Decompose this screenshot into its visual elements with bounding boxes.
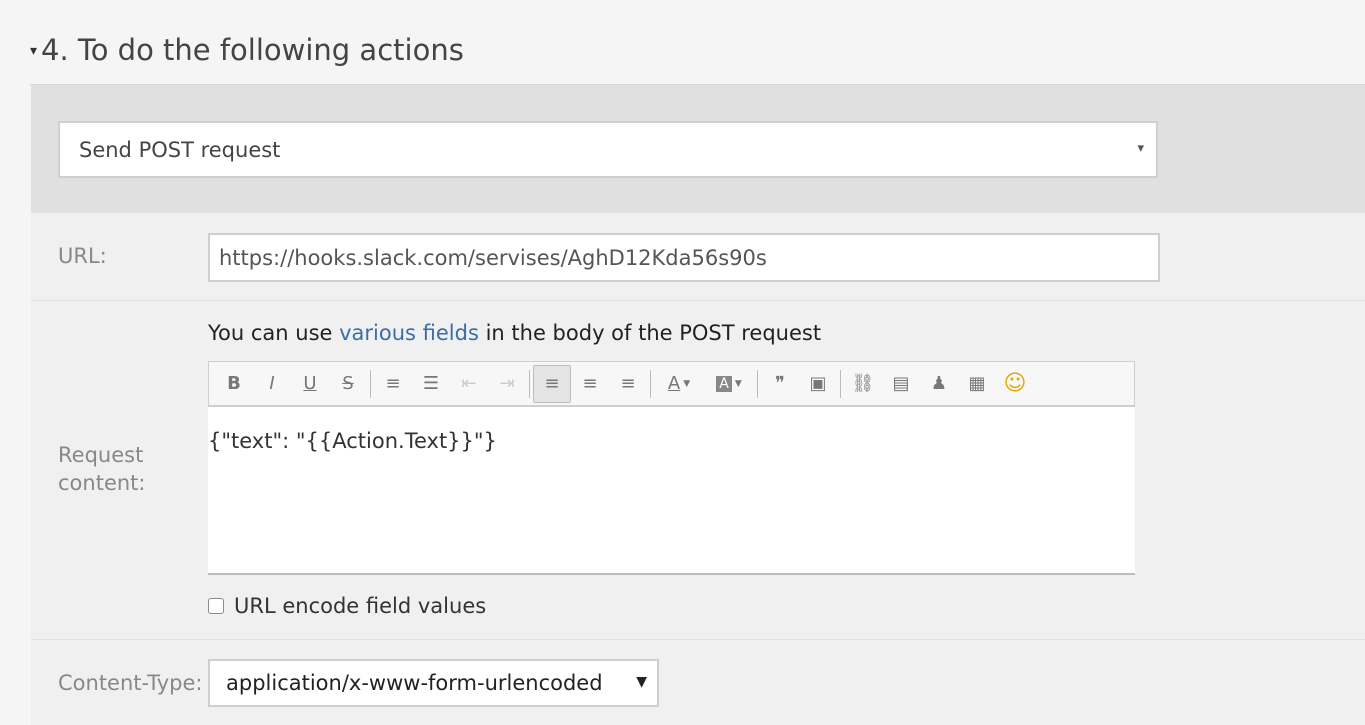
url-label: URL:	[58, 244, 107, 268]
emoji-icon[interactable]: ☺	[996, 365, 1034, 403]
italic-icon[interactable]: I	[253, 365, 291, 403]
url-value: https://hooks.slack.com/servises/AghD12K…	[219, 245, 767, 270]
dropdown-arrow-icon: ▾	[1137, 141, 1144, 156]
editor-content: {"text": "{{Action.Text}}"}	[208, 429, 497, 453]
request-content-label: Request content:	[58, 443, 146, 495]
background-color-icon[interactable]: A ▼	[704, 365, 754, 403]
link-icon[interactable]: ⛓	[844, 365, 882, 403]
action-type-select[interactable]: Send POST request ▾	[58, 121, 1158, 178]
action-row: Send POST request ▾	[31, 85, 1365, 213]
url-row: URL: https://hooks.slack.com/servises/Ag…	[31, 213, 1365, 301]
content-type-label: Content-Type:	[58, 671, 203, 695]
template-icon[interactable]: ▤	[882, 365, 920, 403]
hint-text-before: You can use	[208, 321, 340, 345]
section-header[interactable]: ▾ 4. To do the following actions	[30, 30, 464, 70]
align-center-icon[interactable]: ≡	[571, 365, 609, 403]
action-type-value: Send POST request	[79, 137, 281, 162]
collapse-caret-icon[interactable]: ▾	[30, 43, 37, 59]
content-type-row: Content-Type: application/x-www-form-url…	[31, 640, 1365, 725]
table-icon[interactable]: ▦	[958, 365, 996, 403]
strikethrough-icon[interactable]: S	[329, 365, 367, 403]
blockquote-icon[interactable]: ❞	[761, 365, 799, 403]
toolbar-separator	[529, 369, 530, 398]
rich-text-editor: B I U S ≡ ☰ ⇤ ⇥ ≡ ≡ ≡ A ▼ A ▼ ❞ ▣ ⛓ ▤ ♟ ▦ …	[208, 361, 1135, 575]
section-title: 4. To do the following actions	[41, 33, 464, 67]
text-color-glyph: A	[667, 373, 681, 394]
editor-toolbar: B I U S ≡ ☰ ⇤ ⇥ ≡ ≡ ≡ A ▼ A ▼ ❞ ▣ ⛓ ▤ ♟ ▦ …	[208, 361, 1135, 407]
ordered-list-icon[interactable]: ≡	[374, 365, 412, 403]
user-icon[interactable]: ♟	[920, 365, 958, 403]
url-encode-checkbox[interactable]	[208, 598, 224, 614]
indent-icon[interactable]: ⇥	[488, 365, 526, 403]
align-left-icon[interactable]: ≡	[533, 364, 571, 403]
various-fields-link[interactable]: various fields	[339, 321, 479, 345]
url-input[interactable]: https://hooks.slack.com/servises/AghD12K…	[208, 233, 1160, 282]
content-type-value: application/x-www-form-urlencoded	[226, 671, 603, 695]
toolbar-separator	[757, 369, 758, 398]
background-color-glyph: A	[716, 375, 732, 392]
hint-text-after: in the body of the POST request	[478, 321, 822, 345]
content-type-select[interactable]: application/x-www-form-urlencoded ▼	[208, 659, 659, 707]
url-encode-label: URL encode field values	[234, 594, 487, 618]
text-color-icon[interactable]: A ▼	[654, 365, 704, 403]
dropdown-arrow-icon: ▼	[734, 378, 742, 389]
unordered-list-icon[interactable]: ☰	[412, 365, 450, 403]
underline-icon[interactable]: U	[291, 365, 329, 403]
editor-body[interactable]: {"text": "{{Action.Text}}"}	[208, 407, 1135, 575]
fields-hint: You can use various fields in the body o…	[208, 321, 821, 345]
outdent-icon[interactable]: ⇤	[450, 365, 488, 403]
toolbar-separator	[840, 369, 841, 398]
url-encode-option[interactable]: URL encode field values	[208, 594, 486, 618]
bold-icon[interactable]: B	[215, 365, 253, 403]
request-content-row: Request content: You can use various fie…	[31, 301, 1365, 640]
dropdown-arrow-icon: ▼	[636, 674, 647, 690]
dropdown-arrow-icon: ▼	[683, 378, 691, 389]
paste-text-icon[interactable]: ▣	[799, 365, 837, 403]
toolbar-separator	[650, 369, 651, 398]
toolbar-separator	[370, 369, 371, 398]
align-right-icon[interactable]: ≡	[609, 365, 647, 403]
